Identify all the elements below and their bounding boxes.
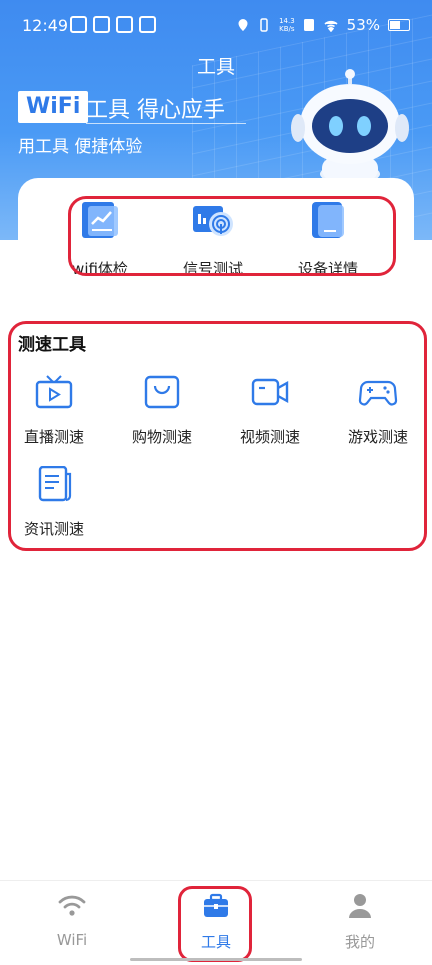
toolbox-icon [204, 893, 228, 917]
quick-item-label: 设备详情 [297, 260, 358, 278]
robot-mascot-icon [291, 69, 409, 184]
banner-underline [86, 123, 246, 124]
wifi-icon [58, 895, 86, 916]
status-time: 12:49 [22, 16, 69, 35]
quick-item-device-detail[interactable]: 设备详情 [278, 200, 378, 279]
wifi-signal-icon [324, 20, 338, 32]
notification-app-icon [116, 16, 133, 33]
speed-unit: KB/s [279, 25, 295, 33]
tool-label: 资讯测速 [23, 520, 84, 538]
banner-wifi-badge: WiFi [18, 91, 89, 123]
status-right: 14.3 KB/s 53% [237, 16, 410, 34]
status-bar: 12:49 14.3 KB/s 53% [0, 0, 432, 52]
user-icon [349, 894, 371, 918]
tool-label: 游戏测速 [347, 428, 408, 446]
banner-subtitle: 用工具 便捷体验 [18, 137, 143, 157]
tool-label: 直播测速 [23, 428, 84, 446]
tool-game-speed[interactable]: 游戏测速 [328, 374, 428, 447]
network-speed: 14.3 KB/s [279, 17, 295, 33]
tab-tools[interactable]: 工具 [156, 893, 276, 952]
home-indicator[interactable] [130, 958, 302, 961]
battery-percent: 53% [346, 16, 380, 34]
tool-label: 购物测速 [131, 428, 192, 446]
tool-video-speed[interactable]: 视频测速 [220, 374, 320, 447]
speed-tools-title: 测速工具 [18, 335, 86, 355]
tool-label: 视频测速 [239, 428, 300, 446]
tool-live-speed[interactable]: 直播测速 [4, 374, 104, 447]
quick-item-label: wifi体检 [72, 260, 128, 278]
tab-label: WiFi [56, 931, 88, 949]
quick-item-signal-test[interactable]: 信号测试 [163, 200, 263, 279]
tab-mine[interactable]: 我的 [300, 893, 420, 952]
vibrate-icon [260, 18, 268, 32]
notification-icons [70, 16, 156, 33]
banner-slogan: 工具 得心应手 [86, 98, 225, 123]
notification-app-icon [93, 16, 110, 33]
shopping-bag-icon [144, 375, 180, 409]
speed-value: 14.3 [279, 17, 295, 25]
tool-news-speed[interactable]: 资讯测速 [4, 465, 104, 539]
sim-icon [303, 19, 314, 31]
news-document-icon [38, 465, 72, 502]
quick-item-wifi-check[interactable]: wifi体检 [50, 200, 150, 279]
tab-label: 工具 [200, 933, 231, 951]
tab-label: 我的 [344, 933, 375, 951]
signal-test-icon [193, 206, 233, 236]
notification-app-icon [139, 16, 156, 33]
tv-live-icon [35, 375, 73, 409]
notification-app-icon [70, 16, 87, 33]
report-chart-icon [82, 202, 118, 238]
tab-wifi[interactable]: WiFi [12, 893, 132, 949]
bottom-tab-bar: WiFi 工具 我的 [0, 880, 432, 965]
video-camera-icon [251, 378, 289, 406]
device-detail-icon [312, 202, 344, 238]
tool-shopping-speed[interactable]: 购物测速 [112, 374, 212, 447]
gamepad-icon [358, 380, 398, 406]
location-icon [238, 19, 248, 31]
battery-icon [388, 19, 410, 31]
quick-item-label: 信号测试 [182, 260, 243, 278]
